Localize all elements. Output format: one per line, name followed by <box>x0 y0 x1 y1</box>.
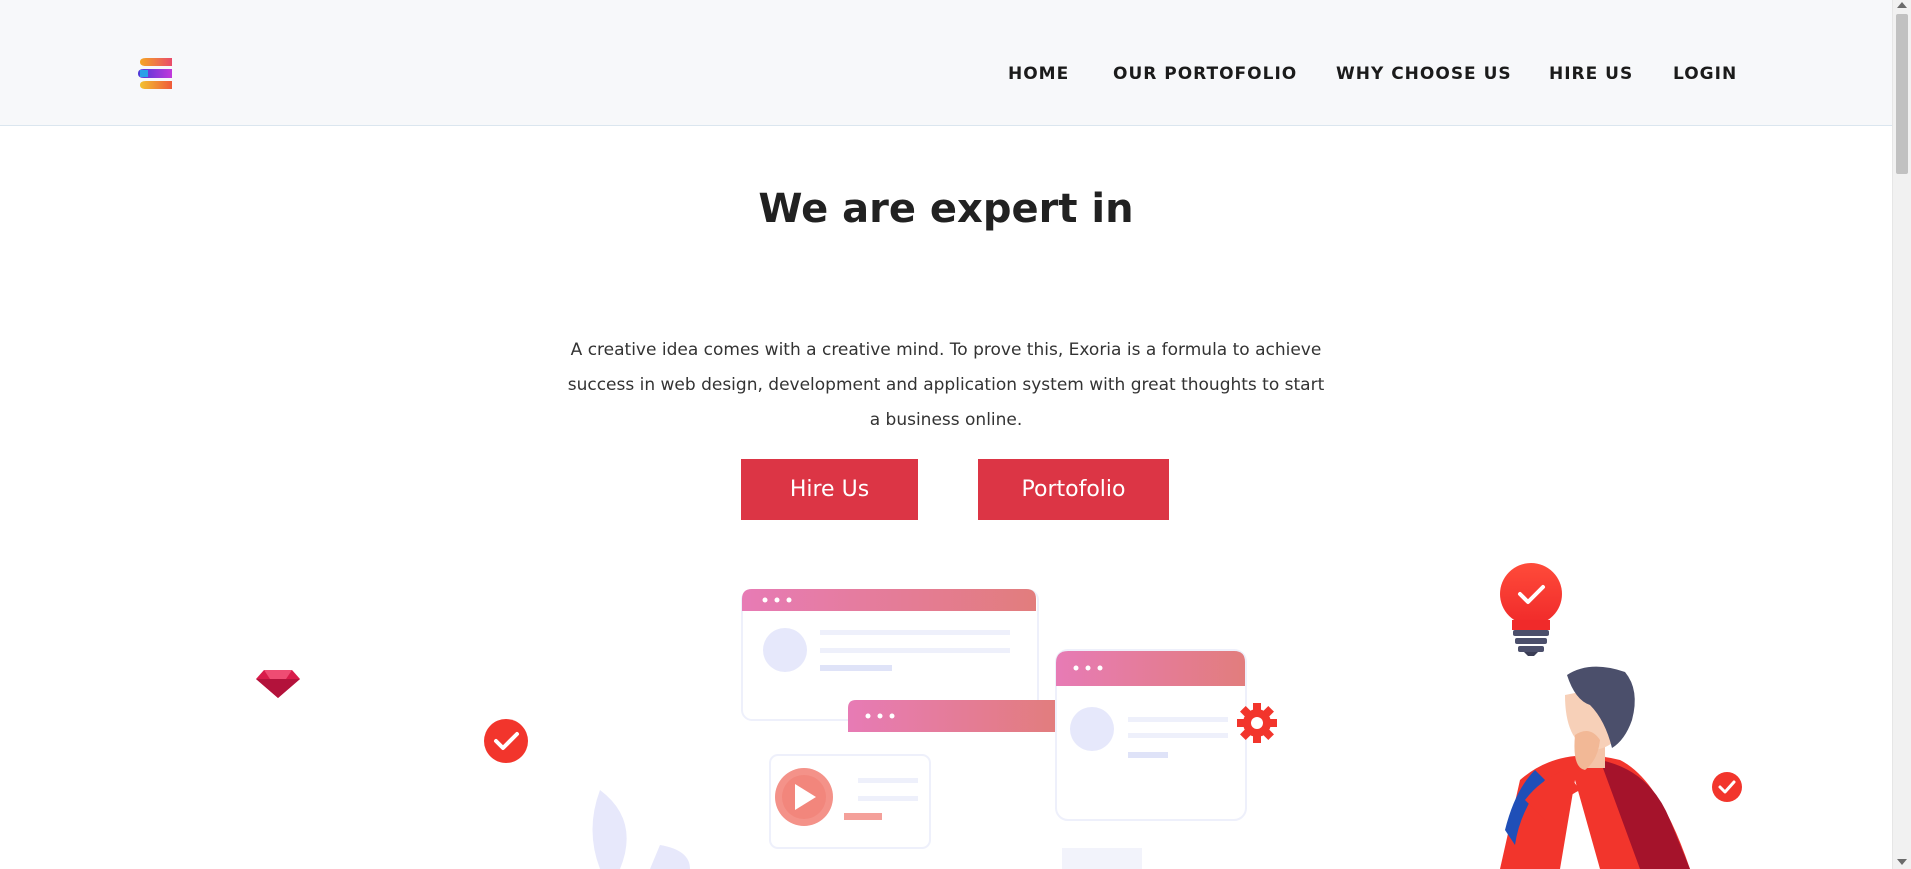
play-icon <box>775 768 833 826</box>
browser-window-card <box>1055 649 1247 869</box>
scroll-up-arrow-icon[interactable] <box>1897 2 1907 8</box>
thinking-person <box>1500 666 1690 869</box>
page-scrollbar[interactable] <box>1892 0 1911 869</box>
check-badge-icon <box>1712 772 1742 802</box>
hero-illustration <box>256 563 1742 869</box>
scroll-down-arrow-icon[interactable] <box>1897 859 1907 865</box>
check-badge-icon <box>484 719 528 763</box>
hire-us-button[interactable]: Hire Us <box>741 459 918 520</box>
nav-home[interactable]: HOME <box>1008 64 1069 84</box>
scrollbar-thumb[interactable] <box>1896 14 1908 174</box>
gear-icon <box>1237 703 1277 743</box>
main-nav: HOME OUR PORTOFOLIO WHY CHOOSE US HIRE U… <box>0 64 1892 92</box>
site-header: HOME OUR PORTOFOLIO WHY CHOOSE US HIRE U… <box>0 0 1892 126</box>
diamond-icon <box>256 670 300 698</box>
nav-our-portfolio[interactable]: OUR PORTOFOLIO <box>1113 64 1297 84</box>
hero-title: We are expert in <box>758 186 1134 232</box>
nav-why-choose-us[interactable]: WHY CHOOSE US <box>1336 64 1512 84</box>
lightbulb-check-icon <box>1500 563 1562 656</box>
nav-hire-us[interactable]: HIRE US <box>1549 64 1633 84</box>
hero-description: A creative idea comes with a creative mi… <box>567 340 1325 430</box>
portfolio-button[interactable]: Portofolio <box>978 459 1169 520</box>
nav-login[interactable]: LOGIN <box>1673 64 1737 84</box>
